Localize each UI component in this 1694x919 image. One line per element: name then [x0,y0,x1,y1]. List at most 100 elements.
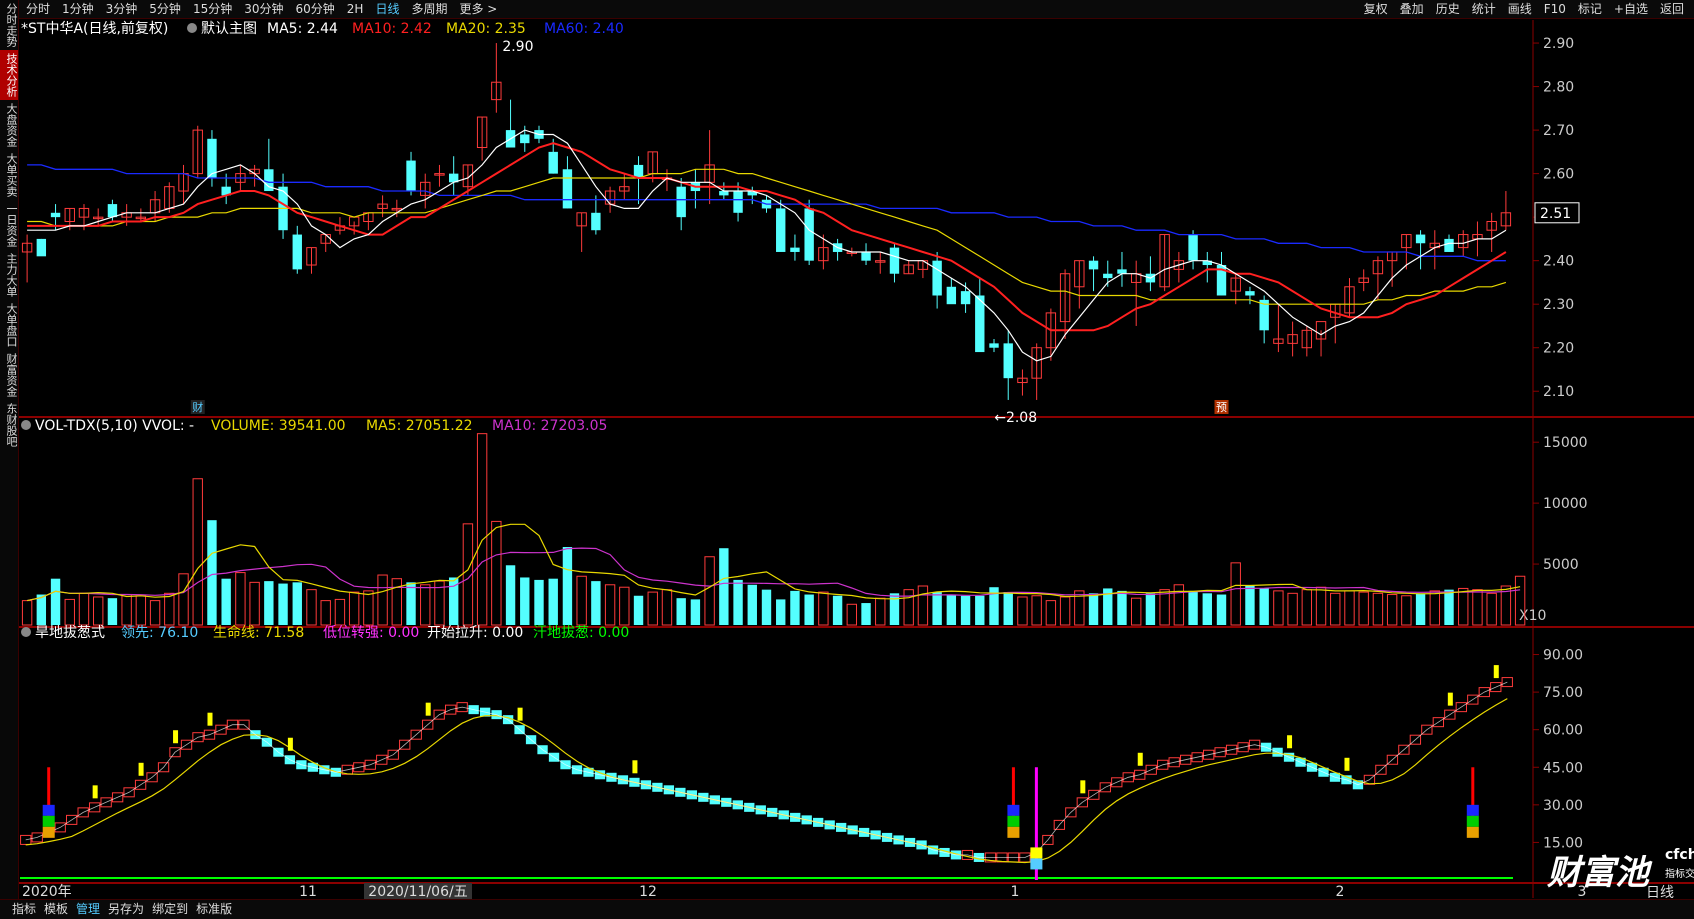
tab-period[interactable]: 多周期 [405,0,453,18]
sidebar-item[interactable]: 大单盘口 [0,300,18,350]
volume-bar [50,578,61,625]
bottom-tab[interactable]: 管理 [72,900,104,918]
volume-bar [1230,562,1241,626]
bottom-tab[interactable]: 标准版 [192,900,236,918]
ma5-line [27,129,1507,362]
bottom-tab[interactable]: 绑定到 [148,900,192,918]
tab-period[interactable]: 3分钟 [100,0,144,18]
low-annotation: ←2.08 [994,410,1037,426]
toolbar-button[interactable]: 返回 [1654,0,1690,18]
marker-yu: 预 [1216,401,1227,414]
legend-vol-title: VOL-TDX(5,10) VVOL: - [35,418,194,434]
bottom-tab[interactable]: 另存为 [104,900,148,918]
legend-low-turn: 低位转强: 0.00 [323,625,419,641]
volume-bar [776,599,786,625]
volume-bar [960,595,971,625]
x-tick-label: 12 [639,884,657,900]
volume-bar [1259,588,1269,625]
signal-tick [1287,735,1293,749]
signal-tick [425,702,431,716]
sidebar-item[interactable]: 大盘资金 [0,100,18,150]
sidebar-item[interactable]: 财富资金 [0,350,18,400]
logo-sub: 指标交易平台 [1665,869,1694,880]
toolbar-button[interactable]: F10 [1538,0,1572,18]
volume-bar [235,572,246,626]
x-tick-label: 2 [1336,884,1345,900]
x-tick-label: 2020/11/06/五 [368,884,467,900]
signal-tick [1080,780,1086,794]
x-tick-label: 1 [1011,884,1020,900]
chart-canvas[interactable]: 2.902.802.702.602.502.402.302.202.102.51… [0,0,1694,918]
sidebar-item[interactable]: 大单买卖 [0,150,18,200]
volume-bar [420,584,431,626]
legend-ma10: MA10: 2.42 [352,21,432,37]
volume-bar [93,596,104,626]
marker-cai: 财 [192,400,203,414]
signal-block [42,804,55,816]
volume-bar [1059,596,1071,626]
y-tick-label: 2.90 [1543,36,1574,52]
tab-period[interactable]: 15分钟 [187,0,238,18]
toolbar-button[interactable]: 复权 [1358,0,1394,18]
volume-bar [192,478,203,626]
toolbar-button[interactable]: 叠加 [1394,0,1430,18]
signal-block [1466,804,1479,816]
signal-block [1007,815,1020,827]
watermark-logo: 财富池 cfchi.com 指标交易平台 [1547,845,1694,894]
candle-body [1188,234,1198,261]
tab-period[interactable]: 分时 [20,0,56,18]
toolbar-button[interactable]: +自选 [1608,0,1654,18]
volume-bar [676,598,686,625]
volume-bar [207,520,217,625]
sidebar-item[interactable]: 东财股吧 [0,400,18,450]
tab-period[interactable]: 日线 [369,0,405,18]
legend-title: *ST中华A(日线,前复权) [21,20,168,37]
high-annotation: 2.90 [502,39,533,55]
volume-bar [520,577,530,625]
period-toolbar: 分时 1分钟 3分钟 5分钟 15分钟 30分钟 60分钟 2H 日线 多周期 更多 > 复权 叠加历… [0,0,1694,19]
toolbar-button[interactable]: 统计 [1466,0,1502,18]
settings-icon [21,420,31,430]
y-tick-label: 2.60 [1543,167,1574,183]
candle-body [36,238,47,257]
candle-body [591,212,601,231]
last-price-label: 2.51 [1540,206,1571,222]
volume-bar [946,594,957,625]
tab-period[interactable]: 30分钟 [238,0,289,18]
settings-icon [21,627,31,637]
volume-bar [1045,600,1057,626]
sidebar-item[interactable]: 一日资金 [0,200,18,250]
tab-period[interactable]: 60分钟 [290,0,341,18]
life-line [25,698,1508,864]
signal-block [1030,847,1043,859]
signal-tick [632,760,638,774]
tab-period[interactable]: 2H [341,0,370,18]
toolbar-button[interactable]: 标记 [1572,0,1608,18]
candle-body [932,260,942,296]
tab-period[interactable]: 更多 > [453,0,503,18]
volume-bar [647,591,658,626]
signal-block [1030,858,1043,870]
volume-unit-label: X10 [1519,608,1546,624]
volume-bar [178,573,189,626]
volume-bar [747,584,757,625]
y-tick-label: 10000 [1543,496,1588,512]
bottom-tab[interactable]: 模板 [40,900,72,918]
bottom-tab[interactable]: 指标 [8,900,40,918]
volume-bar [804,594,814,625]
volume-bar [832,595,843,625]
sidebar-item[interactable]: 技术分析 [0,50,18,100]
legend-ma5: MA5: 2.44 [267,21,338,37]
candle-body [733,191,743,213]
sidebar-item[interactable]: 主力大单 [0,250,18,300]
sidebar-item[interactable]: 分时走势 [0,0,18,50]
candle-body [406,160,416,192]
tab-period[interactable]: 1分钟 [56,0,100,18]
toolbar-button[interactable]: 画线 [1502,0,1538,18]
toolbar-actions: 复权 叠加 历史 统计 画线 F10 标记 +自选 返回 [1358,0,1690,18]
candle-body [804,208,814,261]
toolbar-button[interactable]: 历史 [1430,0,1466,18]
candle-body [1088,260,1099,270]
tab-period[interactable]: 5分钟 [143,0,187,18]
volume-bar [932,592,942,625]
